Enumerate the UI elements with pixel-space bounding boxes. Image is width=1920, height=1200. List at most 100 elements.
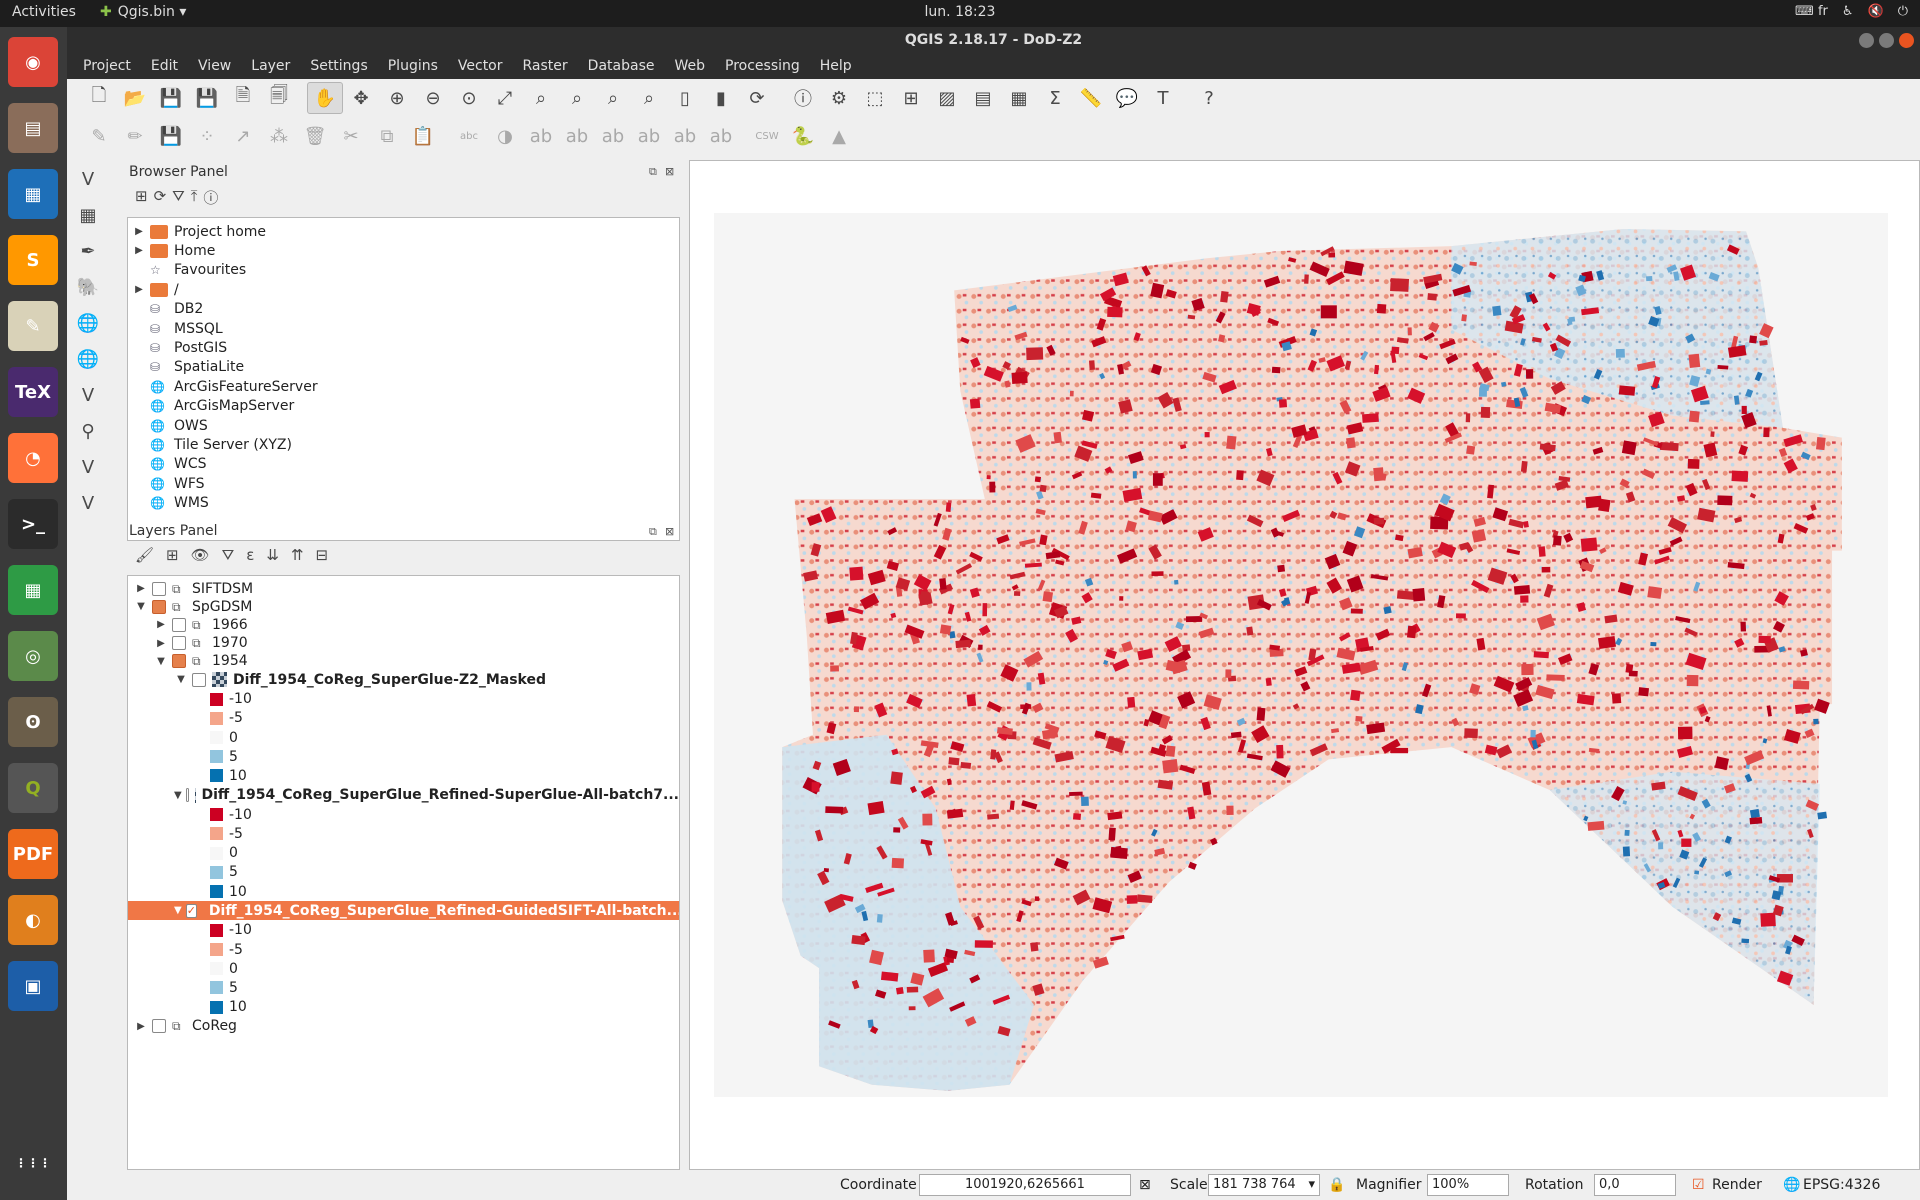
toggle-editing-icon[interactable]: ✏: [117, 120, 153, 152]
expand-arrow-icon[interactable]: ▼: [174, 790, 182, 801]
dock-image-viewer-icon[interactable]: ◎: [8, 631, 58, 681]
volume-muted-icon[interactable]: 🔇: [1868, 4, 1884, 19]
layer-tree[interactable]: ▶ ⧉ SIFTDSM ▼ ⧉ SpGDSM ▶ ⧉ 1966 ▶ ⧉ 1970 ▼ ⧉ 1954 ▼ Diff…: [127, 575, 680, 1170]
zoom-in-icon[interactable]: ⊕: [379, 82, 415, 114]
visibility-checkbox[interactable]: [172, 617, 186, 632]
visibility-checkbox[interactable]: ✓: [185, 903, 197, 918]
render-checkbox[interactable]: ☑: [1692, 1177, 1705, 1193]
filter-icon[interactable]: ⛛: [172, 187, 185, 208]
power-icon[interactable]: ⏻: [1898, 4, 1908, 19]
cut-features-icon[interactable]: ✂: [333, 120, 369, 152]
menu-plugins[interactable]: Plugins: [378, 54, 448, 79]
browser-item[interactable]: ⛁ PostGIS: [132, 338, 227, 357]
text-annotation-icon[interactable]: T: [1145, 82, 1181, 114]
new-print-composer-icon[interactable]: 🗎: [225, 82, 261, 114]
scale-combo[interactable]: 181 738 764 ▾: [1208, 1174, 1320, 1196]
dock-firefox-icon[interactable]: ◔: [8, 433, 58, 483]
dock-virtualbox-icon[interactable]: ▣: [8, 961, 58, 1011]
layer-group[interactable]: ▶ ⧉ 1966: [128, 615, 679, 634]
refresh-icon[interactable]: ⟳: [154, 187, 167, 208]
browser-item[interactable]: 🌐 WMS: [132, 494, 209, 513]
attribute-table-icon[interactable]: ▤: [965, 82, 1001, 114]
deselect-icon[interactable]: ▨: [929, 82, 965, 114]
rotate-label-icon[interactable]: ab: [667, 120, 703, 152]
dock-gimp-icon[interactable]: ʘ: [8, 697, 58, 747]
select-by-value-icon[interactable]: ⊞: [893, 82, 929, 114]
add-mssql-icon[interactable]: ⚲: [67, 413, 109, 449]
panel-float-icon[interactable]: ⧉: [649, 525, 657, 539]
menu-help[interactable]: Help: [810, 54, 862, 79]
menu-raster[interactable]: Raster: [513, 54, 578, 79]
new-project-icon[interactable]: 🗋: [81, 82, 117, 114]
add-vector-layer-icon[interactable]: V: [67, 161, 109, 197]
collapse-all-icon[interactable]: ⇈: [291, 546, 304, 564]
browser-item[interactable]: ⛁ DB2: [132, 300, 203, 319]
info-icon[interactable]: ⓘ: [203, 187, 218, 208]
action-icon[interactable]: ⚙: [821, 82, 857, 114]
dock-qgis-icon[interactable]: Q: [8, 763, 58, 813]
browser-item[interactable]: ☆ Favourites: [132, 261, 246, 280]
expand-arrow-icon[interactable]: ▼: [134, 601, 148, 612]
keyboard-icon[interactable]: ⌨ fr: [1795, 4, 1828, 19]
visibility-checkbox[interactable]: [172, 654, 186, 669]
visibility-checkbox[interactable]: [152, 1019, 166, 1034]
save-project-icon[interactable]: 💾: [153, 82, 189, 114]
browser-item[interactable]: 🌐 ArcGisMapServer: [132, 397, 294, 416]
close-button[interactable]: [1899, 33, 1914, 48]
visibility-checkbox[interactable]: [192, 672, 206, 687]
crs-button[interactable]: EPSG:4326: [1803, 1177, 1880, 1193]
add-delimited-text-icon[interactable]: V: [67, 449, 109, 485]
filter-legend-icon[interactable]: ⛛: [222, 546, 235, 564]
raster-layer[interactable]: ▼ Diff_1954_CoReg_SuperGlue-Z2_Masked: [128, 670, 679, 689]
refresh-icon[interactable]: ⟳: [739, 82, 775, 114]
show-bookmarks-icon[interactable]: ▮: [703, 82, 739, 114]
system-tray[interactable]: ⌨ fr ♿ 🔇 ⏻: [1795, 4, 1908, 19]
expand-all-icon[interactable]: ⇊: [266, 546, 279, 564]
browser-item[interactable]: 🌐 OWS: [132, 416, 208, 435]
pin-labels-icon[interactable]: ab: [559, 120, 595, 152]
zoom-out-icon[interactable]: ⊖: [415, 82, 451, 114]
menu-project[interactable]: Project: [73, 54, 141, 79]
dock-chrome-icon[interactable]: ◉: [8, 37, 58, 87]
menu-vector[interactable]: Vector: [448, 54, 513, 79]
add-virtual-layer-icon[interactable]: V: [67, 485, 109, 521]
expand-arrow-icon[interactable]: ▶: [154, 619, 168, 630]
zoom-next-icon[interactable]: ⌕: [631, 82, 667, 114]
change-label-icon[interactable]: ab: [703, 120, 739, 152]
window-titlebar[interactable]: QGIS 2.18.17 - DoD-Z2: [67, 27, 1920, 54]
expand-arrow-icon[interactable]: ▼: [154, 656, 168, 667]
dock-pdf-tool-icon[interactable]: PDF: [8, 829, 58, 879]
browser-item[interactable]: ▶ Home: [132, 241, 215, 260]
dock-sublime-icon[interactable]: S: [8, 235, 58, 285]
measure-icon[interactable]: 📏: [1073, 82, 1109, 114]
raster-layer[interactable]: ▼ ✓ Diff_1954_CoReg_SuperGlue_Refined-Guid…: [128, 901, 679, 921]
browser-tree[interactable]: ▶ Project home ▶ Home ☆ Favourites ▶ / ⛁ DB2 ⛁ MSSQ…: [127, 217, 680, 541]
visibility-checkbox[interactable]: [152, 599, 166, 614]
identify-icon[interactable]: ⓘ: [785, 82, 821, 114]
accessibility-icon[interactable]: ♿: [1842, 4, 1854, 19]
current-edits-icon[interactable]: ✎: [81, 120, 117, 152]
expand-arrow-icon[interactable]: ▶: [132, 284, 146, 295]
expand-arrow-icon[interactable]: ▶: [154, 638, 168, 649]
dsm-difference-raster[interactable]: [714, 213, 1888, 1097]
layer-group[interactable]: ▼ ⧉ 1954: [128, 652, 679, 671]
clock[interactable]: lun. 18:23: [0, 4, 1920, 20]
browser-item[interactable]: ⛁ SpatiaLite: [132, 358, 244, 377]
collapse-all-icon[interactable]: ⤒: [191, 187, 198, 208]
add-raster-layer-icon[interactable]: ▦: [67, 197, 109, 233]
label-highlight-icon[interactable]: ab: [523, 120, 559, 152]
layer-group[interactable]: ▼ ⧉ SpGDSM: [128, 597, 679, 616]
python-console-icon[interactable]: 🐍: [785, 120, 821, 152]
panel-float-icon[interactable]: ⧉: [649, 165, 657, 179]
layer-style-icon[interactable]: ◑: [487, 120, 523, 152]
browser-item[interactable]: 🌐 WCS: [132, 455, 207, 474]
select-features-icon[interactable]: ⬚: [857, 82, 893, 114]
browser-item[interactable]: 🌐 WFS: [132, 474, 205, 493]
add-wms-icon[interactable]: 🌐: [67, 305, 109, 341]
copy-features-icon[interactable]: ⧉: [369, 120, 405, 152]
raster-layer[interactable]: ▼ Diff_1954_CoReg_SuperGlue_Refined-Super…: [128, 786, 679, 805]
csw-icon[interactable]: CSW: [749, 120, 785, 152]
field-calculator-icon[interactable]: ▦: [1001, 82, 1037, 114]
zoom-last-icon[interactable]: ⌕: [595, 82, 631, 114]
visibility-checkbox[interactable]: [185, 788, 189, 803]
